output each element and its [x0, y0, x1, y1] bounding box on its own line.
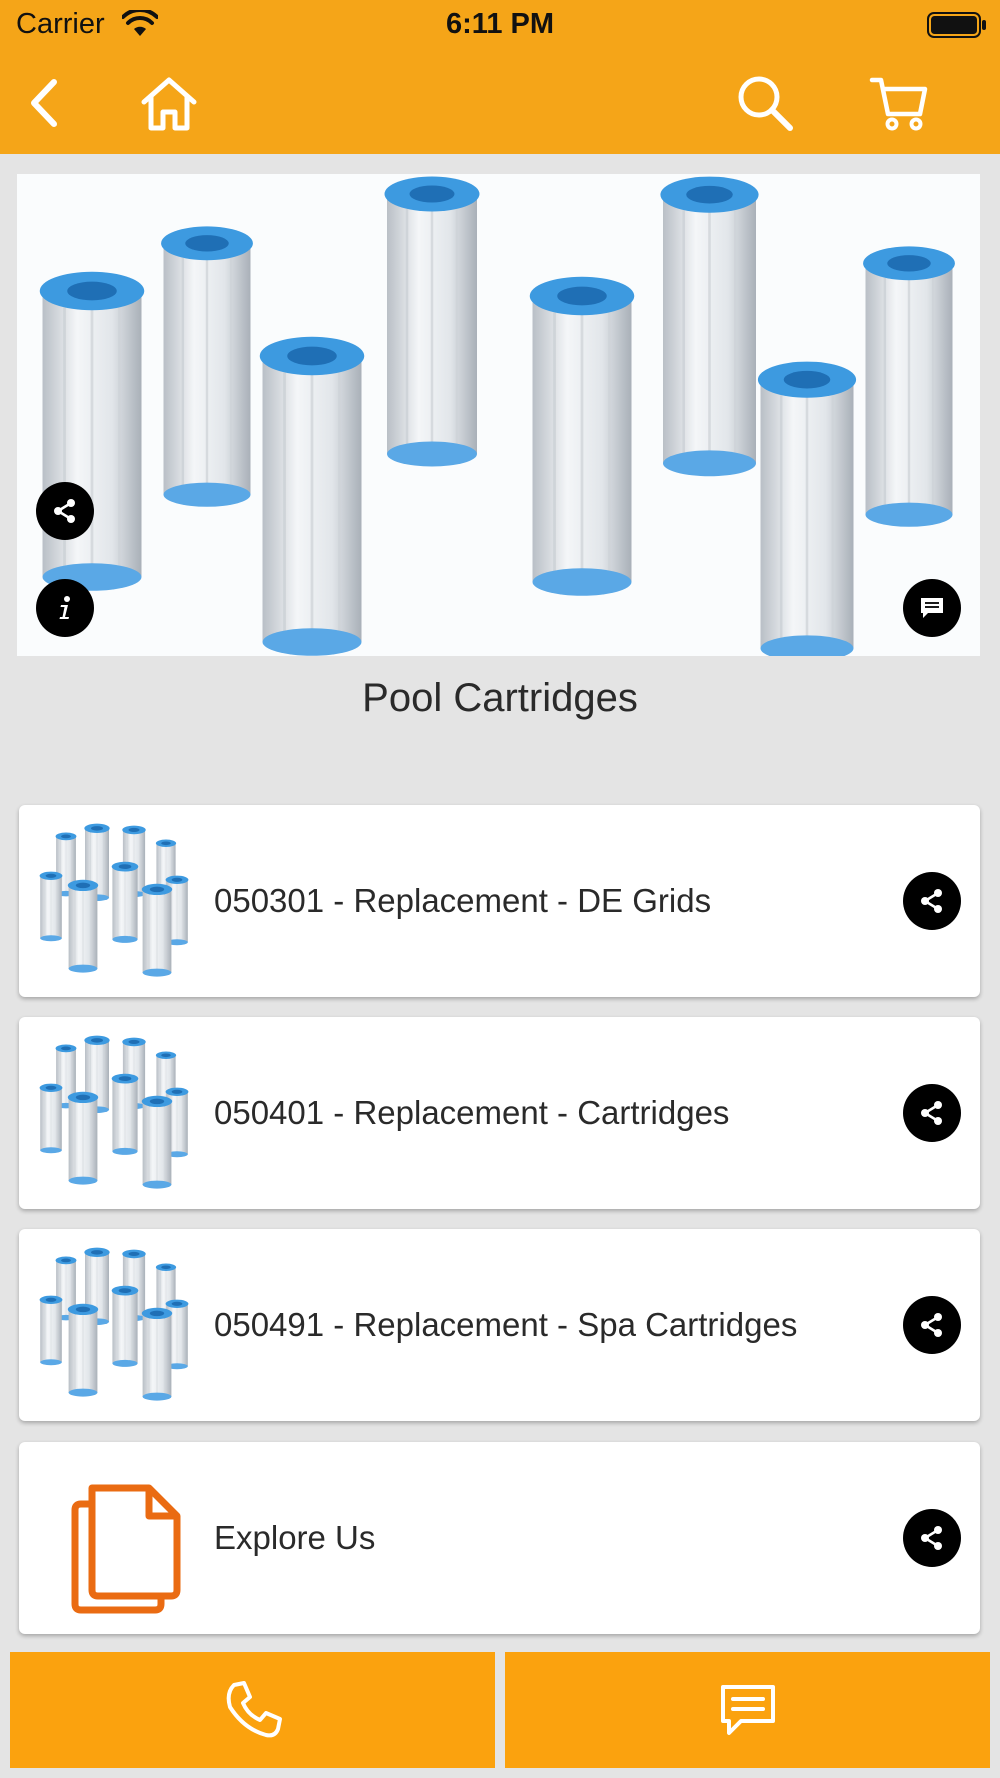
- cartridges-thumbnail: [37, 821, 197, 981]
- list-item[interactable]: 050401 - Replacement - Cartridges: [19, 1017, 980, 1209]
- item-share-button[interactable]: [903, 1296, 961, 1354]
- item-share-button[interactable]: [903, 1084, 961, 1142]
- list-item-label: 050491 - Replacement - Spa Cartridges: [214, 1306, 798, 1343]
- home-button[interactable]: [134, 68, 204, 138]
- status-bar: Carrier 6:11 PM: [0, 0, 1000, 50]
- hero-share-button[interactable]: [36, 482, 94, 540]
- message-button[interactable]: [505, 1652, 990, 1768]
- pool-cartridges-banner-image: [17, 174, 957, 656]
- hero-info-button[interactable]: [36, 579, 94, 637]
- message-icon: [720, 1685, 775, 1735]
- share-icon: [917, 1098, 947, 1128]
- share-icon: [917, 1523, 947, 1553]
- cart-icon: [869, 77, 928, 131]
- back-icon: [31, 79, 57, 127]
- info-icon: [59, 596, 70, 619]
- top-app-bar: Carrier 6:11 PM: [0, 0, 1000, 154]
- cart-button[interactable]: [864, 68, 934, 138]
- list-item[interactable]: 050491 - Replacement - Spa Cartridges: [19, 1229, 980, 1421]
- battery-icon: [927, 12, 986, 38]
- phone-icon: [226, 1681, 282, 1738]
- page-title: Pool Cartridges: [362, 676, 638, 720]
- list-item-explore-us[interactable]: Explore Us: [19, 1442, 980, 1634]
- search-button[interactable]: [730, 68, 800, 138]
- hero-banner: [17, 174, 980, 656]
- share-icon: [50, 496, 80, 526]
- list-item-label: 050401 - Replacement - Cartridges: [214, 1094, 730, 1131]
- item-share-button[interactable]: [903, 872, 961, 930]
- share-icon: [917, 1310, 947, 1340]
- status-time: 6:11 PM: [446, 8, 554, 40]
- back-button[interactable]: [12, 68, 82, 138]
- call-button[interactable]: [10, 1652, 495, 1768]
- chat-icon: [921, 598, 943, 618]
- cartridges-thumbnail: [37, 1033, 197, 1193]
- item-share-button[interactable]: [903, 1509, 961, 1567]
- list-item-label: Explore Us: [214, 1519, 376, 1556]
- share-icon: [917, 886, 947, 916]
- hero-chat-button[interactable]: [903, 579, 961, 637]
- documents-icon: [71, 1484, 181, 1614]
- cartridges-thumbnail: [37, 1245, 197, 1405]
- home-icon: [141, 77, 197, 131]
- search-icon: [738, 76, 793, 131]
- list-item[interactable]: 050301 - Replacement - DE Grids: [19, 805, 980, 997]
- list-item-label: 050301 - Replacement - DE Grids: [214, 882, 712, 919]
